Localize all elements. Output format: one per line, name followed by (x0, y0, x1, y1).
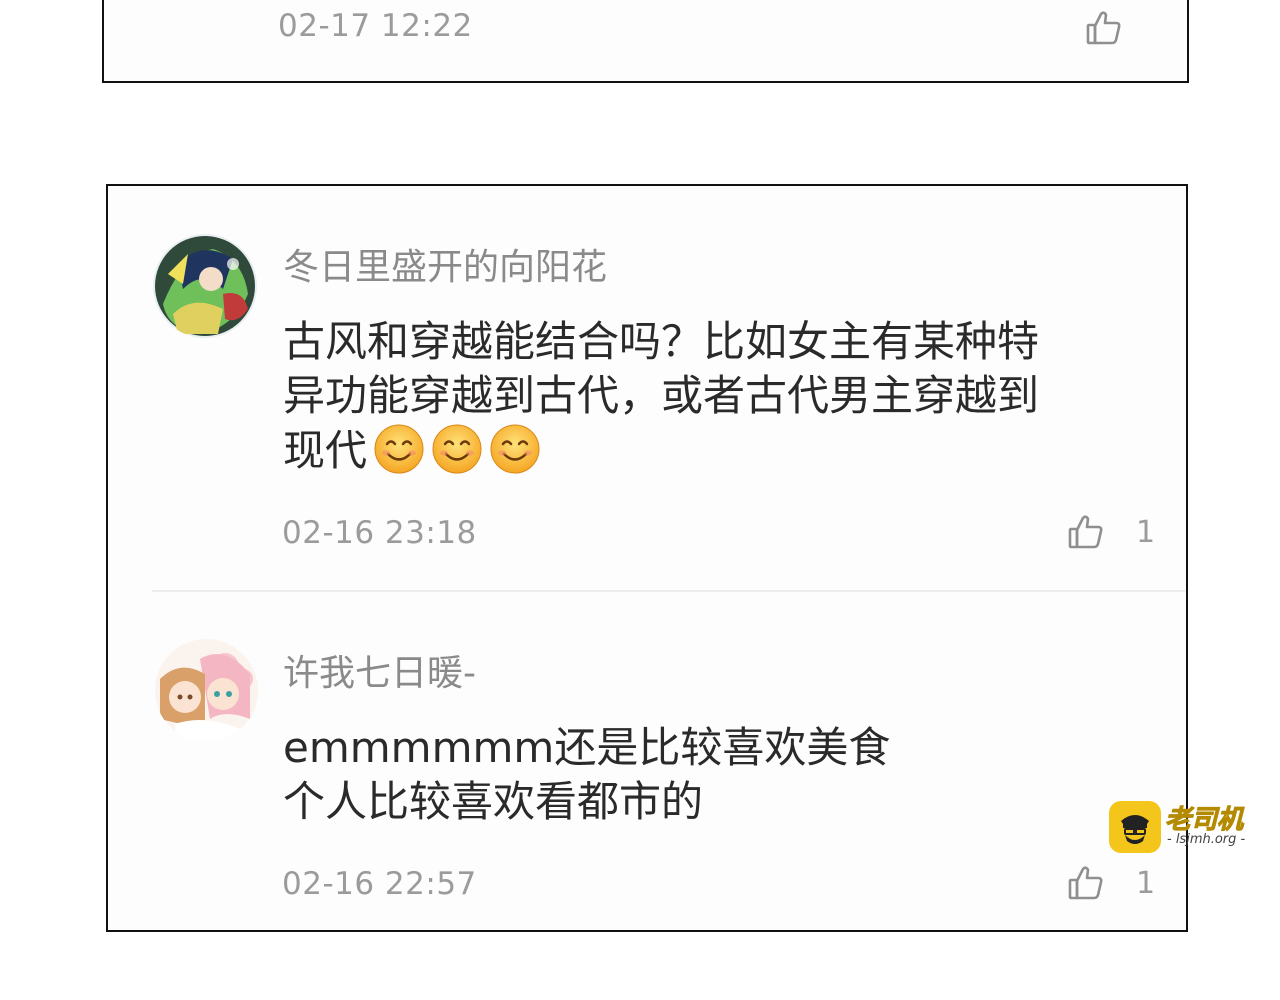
thumbs-up-icon (1084, 8, 1124, 48)
comment-text-line: 个人比较喜欢看都市的 (283, 777, 704, 826)
like-count: 1 (1136, 865, 1156, 901)
previous-comment-card: 02-17 12:22 (102, 0, 1189, 83)
comment-timestamp: 02-17 12:22 (278, 8, 473, 44)
comment-text: 古风和穿越能结合吗？比如女主有某种特 异功能穿越到古代，或者古代男主穿越到 现代 (283, 315, 1039, 478)
driver-logo-icon (1109, 801, 1161, 853)
comment-text-line-text: 现代 (283, 426, 368, 475)
comment-divider (152, 590, 1185, 592)
comment-text: emmmmmm还是比较喜欢美食 个人比较喜欢看都市的 (283, 721, 890, 829)
username[interactable]: 冬日里盛开的向阳花 (283, 238, 607, 290)
thumbs-up-icon (1066, 863, 1106, 903)
like-button[interactable]: 1 (1066, 512, 1155, 552)
comment-timestamp: 02-16 23:18 (282, 515, 477, 551)
like-count: 1 (1136, 514, 1156, 550)
watermark: 老司机 - lsjmh.org - (1109, 801, 1269, 857)
smiling-face-emoji-icon (489, 423, 541, 475)
comment-text-line-last: 现代 (283, 423, 1039, 478)
watermark-url: - lsjmh.org - (1167, 832, 1246, 847)
comment-text-line: 异功能穿越到古代，或者古代男主穿越到 (283, 369, 1039, 423)
thumbs-up-icon (1066, 512, 1106, 552)
comment-text-line: emmmmmm还是比较喜欢美食 (283, 723, 891, 772)
smiling-face-emoji-icon (431, 423, 483, 475)
user-avatar[interactable] (155, 639, 258, 742)
username[interactable]: 许我七日暖- (283, 644, 476, 696)
comment-timestamp: 02-16 22:57 (282, 866, 477, 902)
like-button[interactable]: 1 (1066, 863, 1155, 903)
smiling-face-emoji-icon (373, 423, 425, 475)
comment-text-line-text: 异功能穿越到古代，或者古代男主穿越到 (283, 371, 1040, 420)
watermark-title: 老司机 (1164, 805, 1244, 836)
like-button[interactable] (1084, 8, 1124, 48)
comment-text-line: 古风和穿越能结合吗？比如女主有某种特 (283, 317, 1040, 366)
user-avatar[interactable] (153, 234, 257, 338)
